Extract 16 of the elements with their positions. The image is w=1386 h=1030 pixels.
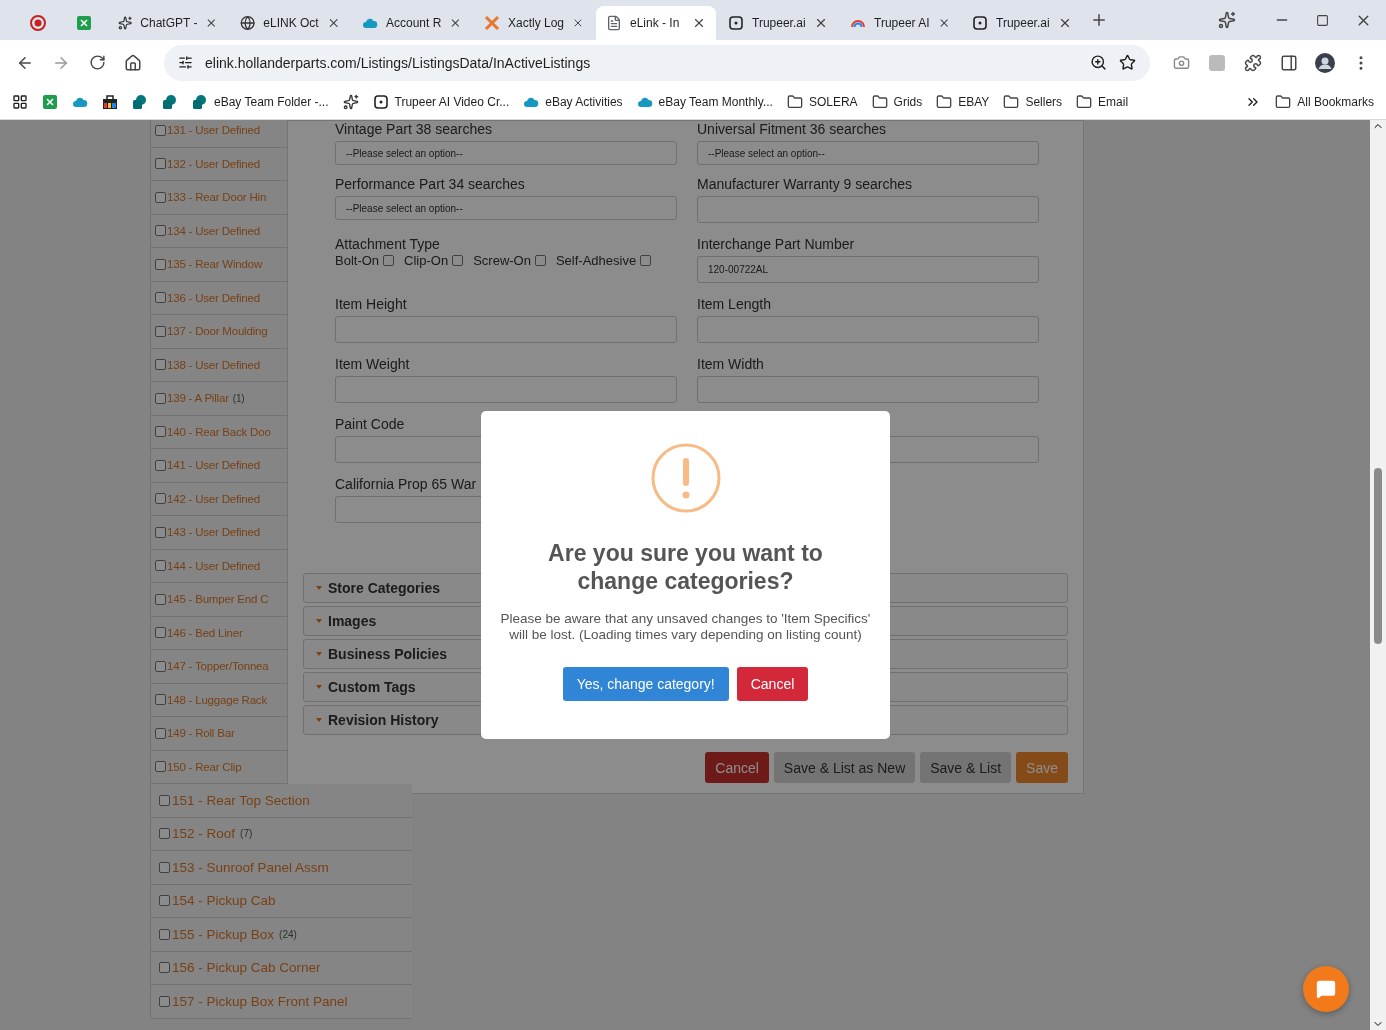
field-label: Item Height [335,296,408,312]
field-label: Item Length [697,296,772,312]
count-label: (1) [232,392,245,404]
field-label: Item Width [697,356,765,372]
count-label: (7) [240,828,253,840]
field-label: Performance Part 34 searches [335,176,526,192]
field-label: Vintage Part 38 searches [335,121,493,137]
dialog-title: Are you sure you want to change categories? [547,539,824,595]
field-label: Attachment Type [335,236,441,252]
field-label: Interchange Part Number [697,236,856,252]
count-label: (24) [279,928,297,940]
field-label: Paint Code [335,416,406,432]
field-label: Manufacturer Warranty 9 searches [697,176,913,192]
field-label: Item Weight [335,356,411,372]
field-label: California Prop 65 War [335,476,478,492]
field-label: Universal Fitment 36 searches [697,121,888,137]
